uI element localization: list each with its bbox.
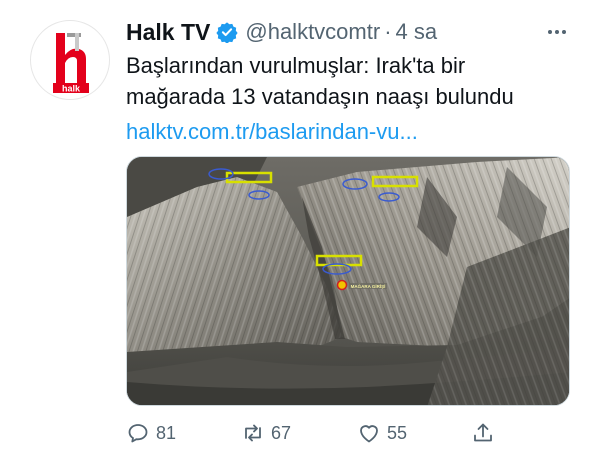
heart-icon [360, 425, 378, 443]
tweet-text-line-1: Başlarından vurulmuşlar: Irak'ta bir [126, 53, 466, 78]
retweet-count: 67 [271, 422, 292, 443]
separator-dot: · [384, 19, 392, 44]
mountain-aerial-photo: MAĞARA GİRİŞİ [127, 157, 569, 405]
share-icon [474, 423, 492, 442]
like-count: 55 [387, 422, 408, 443]
retweet-icon [245, 424, 261, 442]
handle[interactable]: @halktvcomtr [245, 19, 380, 45]
tweet-media-image[interactable]: MAĞARA GİRİŞİ [126, 156, 570, 406]
tweet-text: Başlarından vurulmuşlar: Irak'ta bir mağ… [126, 50, 576, 112]
display-name[interactable]: Halk TV [126, 19, 210, 46]
reply-button[interactable]: 81 [126, 418, 176, 448]
halk-tv-logo: halk [53, 33, 89, 94]
tweet-link[interactable]: halktv.com.tr/baslarindan-vu... [126, 117, 418, 147]
verified-badge-icon [216, 21, 239, 44]
tweet-text-line-2: mağarada 13 vatandaşın naaşı bulundu [126, 84, 514, 109]
tweet-actions: 81 67 55 [126, 418, 576, 448]
more-dots-icon [548, 30, 566, 34]
avatar[interactable]: halk [30, 20, 110, 100]
cave-entrance-label: MAĞARA GİRİŞİ [351, 282, 386, 289]
tweet[interactable]: halk Halk TV @halktvcomtr · 4 sa Başları… [0, 0, 600, 455]
tweet-header: Halk TV @halktvcomtr · 4 sa [126, 12, 570, 52]
like-button[interactable]: 55 [357, 418, 407, 448]
share-button[interactable] [471, 418, 495, 448]
reply-icon [128, 424, 148, 443]
retweet-button[interactable]: 67 [241, 418, 291, 448]
more-options-button[interactable] [544, 19, 570, 45]
svg-text:halk: halk [62, 84, 81, 94]
reply-count: 81 [156, 422, 177, 443]
timestamp[interactable]: 4 sa [396, 19, 438, 45]
